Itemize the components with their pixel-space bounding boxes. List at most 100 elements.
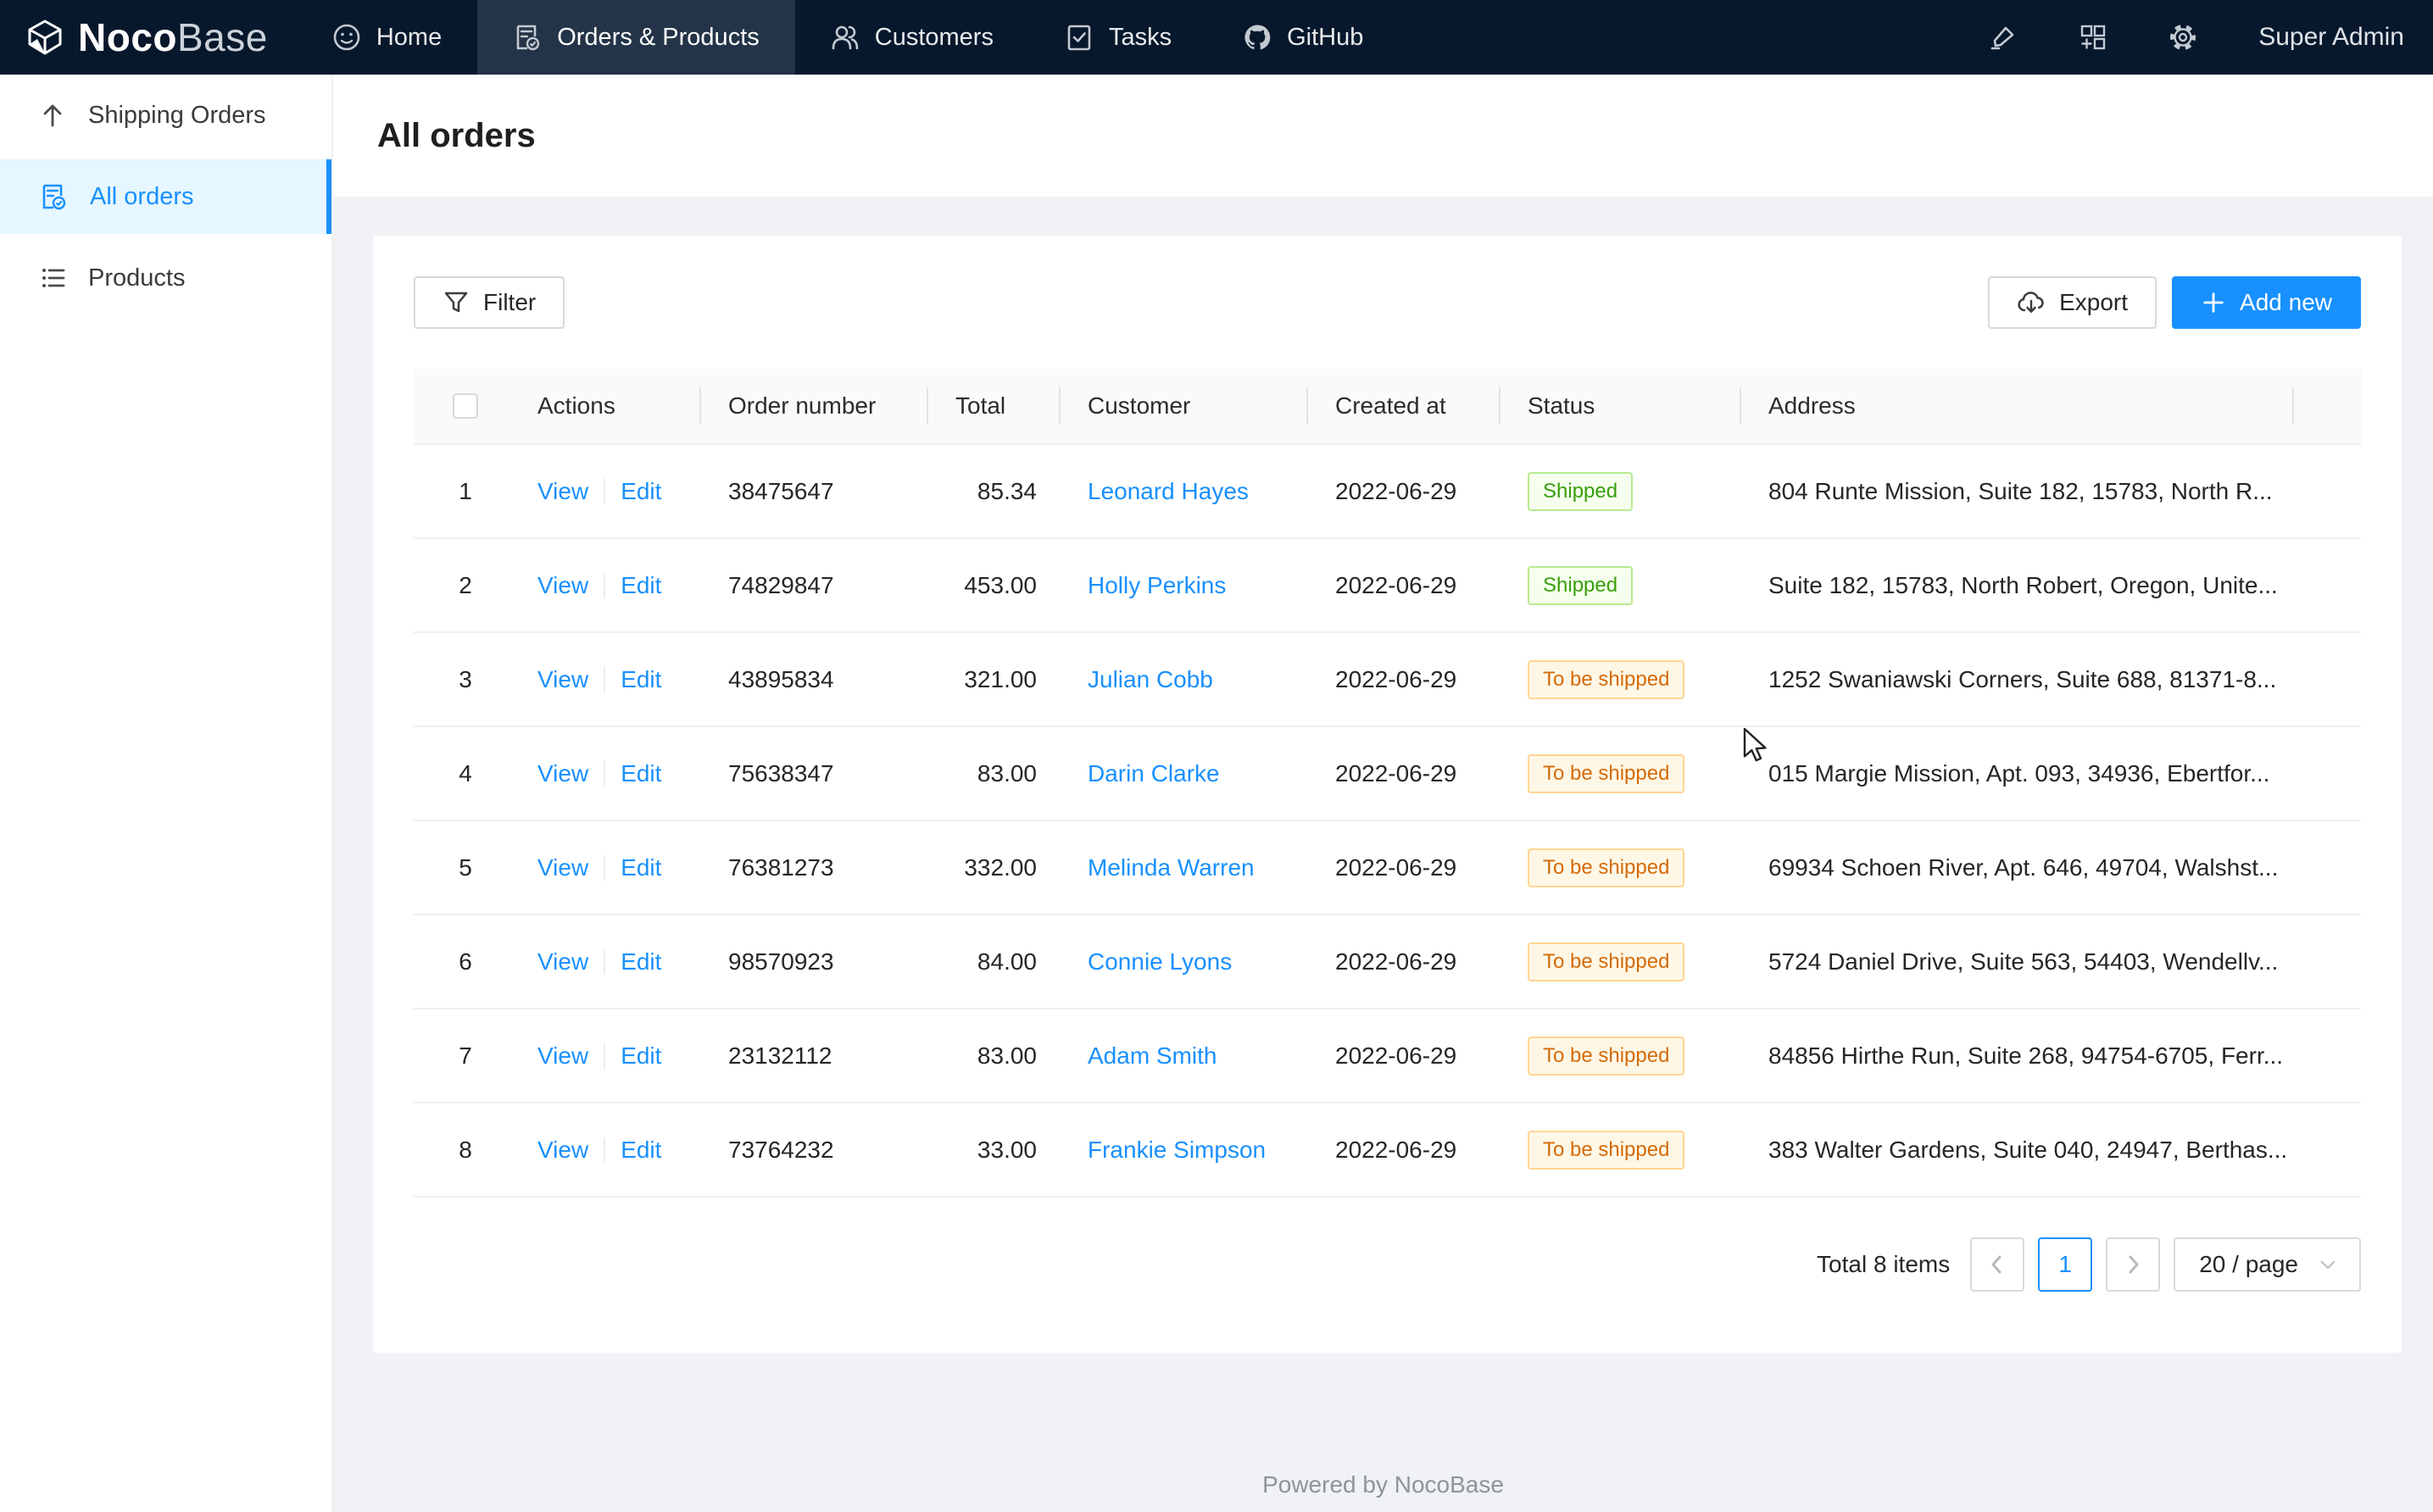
user-menu[interactable]: Super Admin — [2258, 23, 2404, 52]
customer-link[interactable]: Adam Smith — [1088, 1042, 1217, 1070]
app-window: NocoBase Home Orders & Products Customer… — [0, 0, 2433, 1512]
status-badge: To be shipped — [1528, 942, 1684, 981]
view-link[interactable]: View — [537, 1042, 588, 1070]
header-created-at: Created at — [1308, 369, 1500, 443]
total-cell: 85.34 — [928, 445, 1061, 537]
toolbar-right: Export Add new — [1988, 276, 2361, 329]
header-status: Status — [1500, 369, 1741, 443]
view-link[interactable]: View — [537, 1137, 588, 1164]
sidebar-item-all-orders[interactable]: All orders — [0, 159, 331, 234]
edit-link[interactable]: Edit — [621, 1137, 661, 1164]
customer-link[interactable]: Darin Clarke — [1088, 760, 1220, 787]
edit-link[interactable]: Edit — [621, 572, 661, 599]
customer-cell: Holly Perkins — [1061, 539, 1308, 631]
plus-icon — [2201, 289, 2226, 316]
nav-item-tasks[interactable]: Tasks — [1029, 0, 1207, 75]
customer-link[interactable]: Holly Perkins — [1088, 572, 1226, 599]
view-link[interactable]: View — [537, 666, 588, 693]
table-row: 8 ViewEdit 73764232 33.00 Frankie Simpso… — [414, 1103, 2361, 1198]
view-link[interactable]: View — [537, 948, 588, 976]
created-at-cell: 2022-06-29 — [1308, 821, 1500, 914]
smiley-icon — [332, 23, 361, 52]
table-row: 3 ViewEdit 43895834 321.00 Julian Cobb 2… — [414, 633, 2361, 727]
view-link[interactable]: View — [537, 760, 588, 787]
order-number-cell: 98570923 — [701, 915, 928, 1008]
total-cell: 83.00 — [928, 1009, 1061, 1102]
status-cell: Shipped — [1500, 445, 1741, 537]
table-row: 1 ViewEdit 38475647 85.34 Leonard Hayes … — [414, 445, 2361, 539]
view-link[interactable]: View — [537, 854, 588, 881]
customer-link[interactable]: Frankie Simpson — [1088, 1137, 1266, 1164]
action-divider — [604, 573, 605, 598]
address-cell: 84856 Hirthe Run, Suite 268, 94754-6705,… — [1741, 1009, 2294, 1102]
row-index: 2 — [414, 539, 517, 631]
nav-item-customers[interactable]: Customers — [795, 0, 1029, 75]
arrow-up-icon — [39, 102, 66, 129]
status-cell: To be shipped — [1500, 1103, 1741, 1196]
plugin-blocks-add-icon[interactable] — [2079, 23, 2107, 52]
created-at-cell: 2022-06-29 — [1308, 539, 1500, 631]
filter-button[interactable]: Filter — [414, 276, 565, 329]
header-address: Address — [1741, 369, 2294, 443]
extra-cell — [2294, 445, 2361, 537]
add-new-button[interactable]: Add new — [2172, 276, 2361, 329]
row-actions: View Edit — [517, 727, 701, 820]
total-cell: 83.00 — [928, 727, 1061, 820]
sidebar-item-shipping-orders[interactable]: Shipping Orders — [0, 78, 331, 153]
header-customer: Customer — [1061, 369, 1308, 443]
address-cell: 383 Walter Gardens, Suite 040, 24947, Be… — [1741, 1103, 2294, 1196]
row-actions: View Edit — [517, 633, 701, 725]
pagination-page-1[interactable]: 1 — [2038, 1237, 2092, 1292]
task-check-icon — [1065, 23, 1094, 52]
customer-link[interactable]: Leonard Hayes — [1088, 478, 1249, 505]
status-badge: Shipped — [1528, 472, 1633, 511]
list-icon — [39, 264, 66, 292]
pagination-prev-button[interactable] — [1970, 1237, 2024, 1292]
status-cell: To be shipped — [1500, 1009, 1741, 1102]
settings-gear-icon[interactable] — [2169, 23, 2197, 52]
row-index: 8 — [414, 1103, 517, 1196]
total-cell: 321.00 — [928, 633, 1061, 725]
edit-link[interactable]: Edit — [621, 948, 661, 976]
edit-link[interactable]: Edit — [621, 1042, 661, 1070]
customer-link[interactable]: Melinda Warren — [1088, 854, 1255, 881]
action-divider — [604, 1137, 605, 1163]
edit-link[interactable]: Edit — [621, 854, 661, 881]
header-extra — [2294, 369, 2361, 443]
page-size-select[interactable]: 20 / page — [2174, 1237, 2361, 1292]
extra-cell — [2294, 633, 2361, 725]
pagination-total: Total 8 items — [1817, 1251, 1950, 1278]
action-divider — [604, 479, 605, 504]
nav-item-github[interactable]: GitHub — [1207, 0, 1399, 75]
sidebar-item-products[interactable]: Products — [0, 241, 331, 315]
table-header-row: Actions Order number Total Customer Crea… — [414, 369, 2361, 445]
select-all-checkbox[interactable] — [453, 393, 478, 419]
nav-item-orders-products[interactable]: Orders & Products — [477, 0, 795, 75]
table-row: 6 ViewEdit 98570923 84.00 Connie Lyons 2… — [414, 915, 2361, 1009]
nocobase-logo[interactable]: NocoBase — [0, 0, 297, 75]
cloud-download-icon — [2017, 290, 2046, 315]
edit-link[interactable]: Edit — [621, 478, 661, 505]
address-cell: 015 Margie Mission, Apt. 093, 34936, Ebe… — [1741, 727, 2294, 820]
nav-item-home[interactable]: Home — [297, 0, 477, 75]
customer-cell: Connie Lyons — [1061, 915, 1308, 1008]
export-button[interactable]: Export — [1988, 276, 2157, 329]
created-at-cell: 2022-06-29 — [1308, 727, 1500, 820]
action-divider — [604, 761, 605, 787]
view-link[interactable]: View — [537, 478, 588, 505]
customer-cell: Adam Smith — [1061, 1009, 1308, 1102]
view-link[interactable]: View — [537, 572, 588, 599]
navbar-actions: Super Admin — [1989, 0, 2433, 75]
pagination-next-button[interactable] — [2106, 1237, 2160, 1292]
table-toolbar: Filter Export Add new — [414, 276, 2361, 329]
address-cell: 5724 Daniel Drive, Suite 563, 54403, Wen… — [1741, 915, 2294, 1008]
edit-link[interactable]: Edit — [621, 760, 661, 787]
row-index: 1 — [414, 445, 517, 537]
ui-editor-highlighter-icon[interactable] — [1989, 23, 2018, 52]
edit-link[interactable]: Edit — [621, 666, 661, 693]
customer-link[interactable]: Connie Lyons — [1088, 948, 1232, 976]
table-row: 2 ViewEdit 74829847 453.00 Holly Perkins… — [414, 539, 2361, 633]
header-total: Total — [928, 369, 1061, 443]
row-actions: View Edit — [517, 1009, 701, 1102]
customer-link[interactable]: Julian Cobb — [1088, 666, 1213, 693]
